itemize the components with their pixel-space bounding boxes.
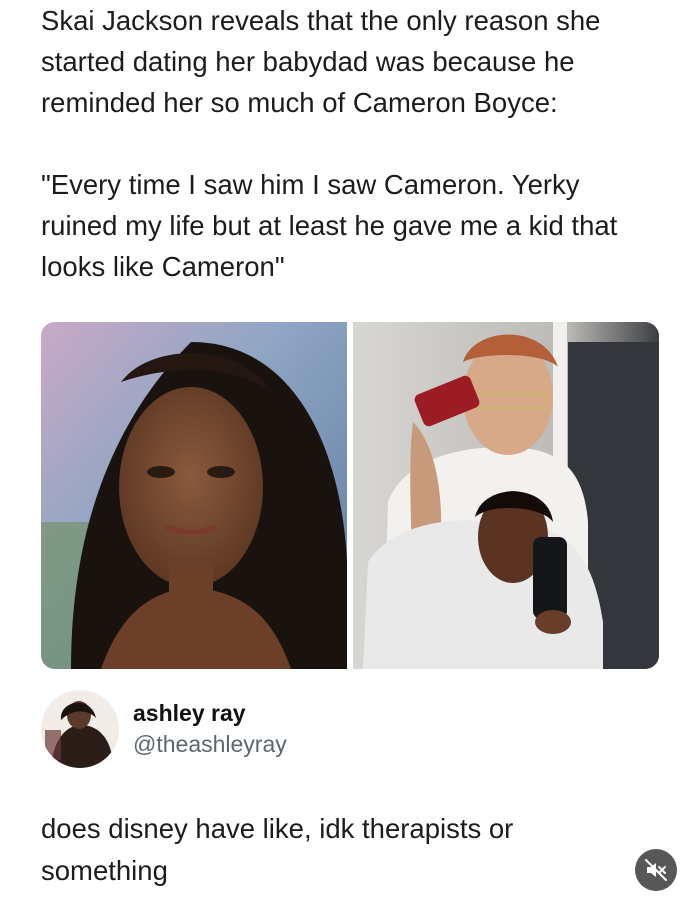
reply-text: does disney have like, idk therapists or…	[41, 813, 514, 886]
mirror-selfie-photo-image	[353, 322, 659, 669]
post-headline: Skai Jackson reveals that the only reaso…	[41, 5, 601, 118]
media-grid	[41, 322, 659, 669]
post-text: Skai Jackson reveals that the only reaso…	[41, 0, 661, 287]
author-handle[interactable]: @theashleyray	[133, 728, 287, 760]
author-name[interactable]: ashley ray	[133, 698, 287, 728]
avatar-image	[41, 690, 119, 768]
portrait-photo[interactable]	[41, 322, 347, 669]
mute-button[interactable]	[635, 849, 677, 891]
author-meta: ashley ray @theashleyray	[133, 698, 287, 760]
portrait-photo-image	[41, 322, 347, 669]
speaker-muted-icon	[645, 859, 667, 881]
mirror-selfie-photo[interactable]	[353, 322, 659, 669]
post-quote: "Every time I saw him I saw Cameron. Yer…	[41, 169, 618, 282]
reply-author[interactable]: ashley ray @theashleyray	[41, 690, 441, 768]
avatar[interactable]	[41, 690, 119, 768]
